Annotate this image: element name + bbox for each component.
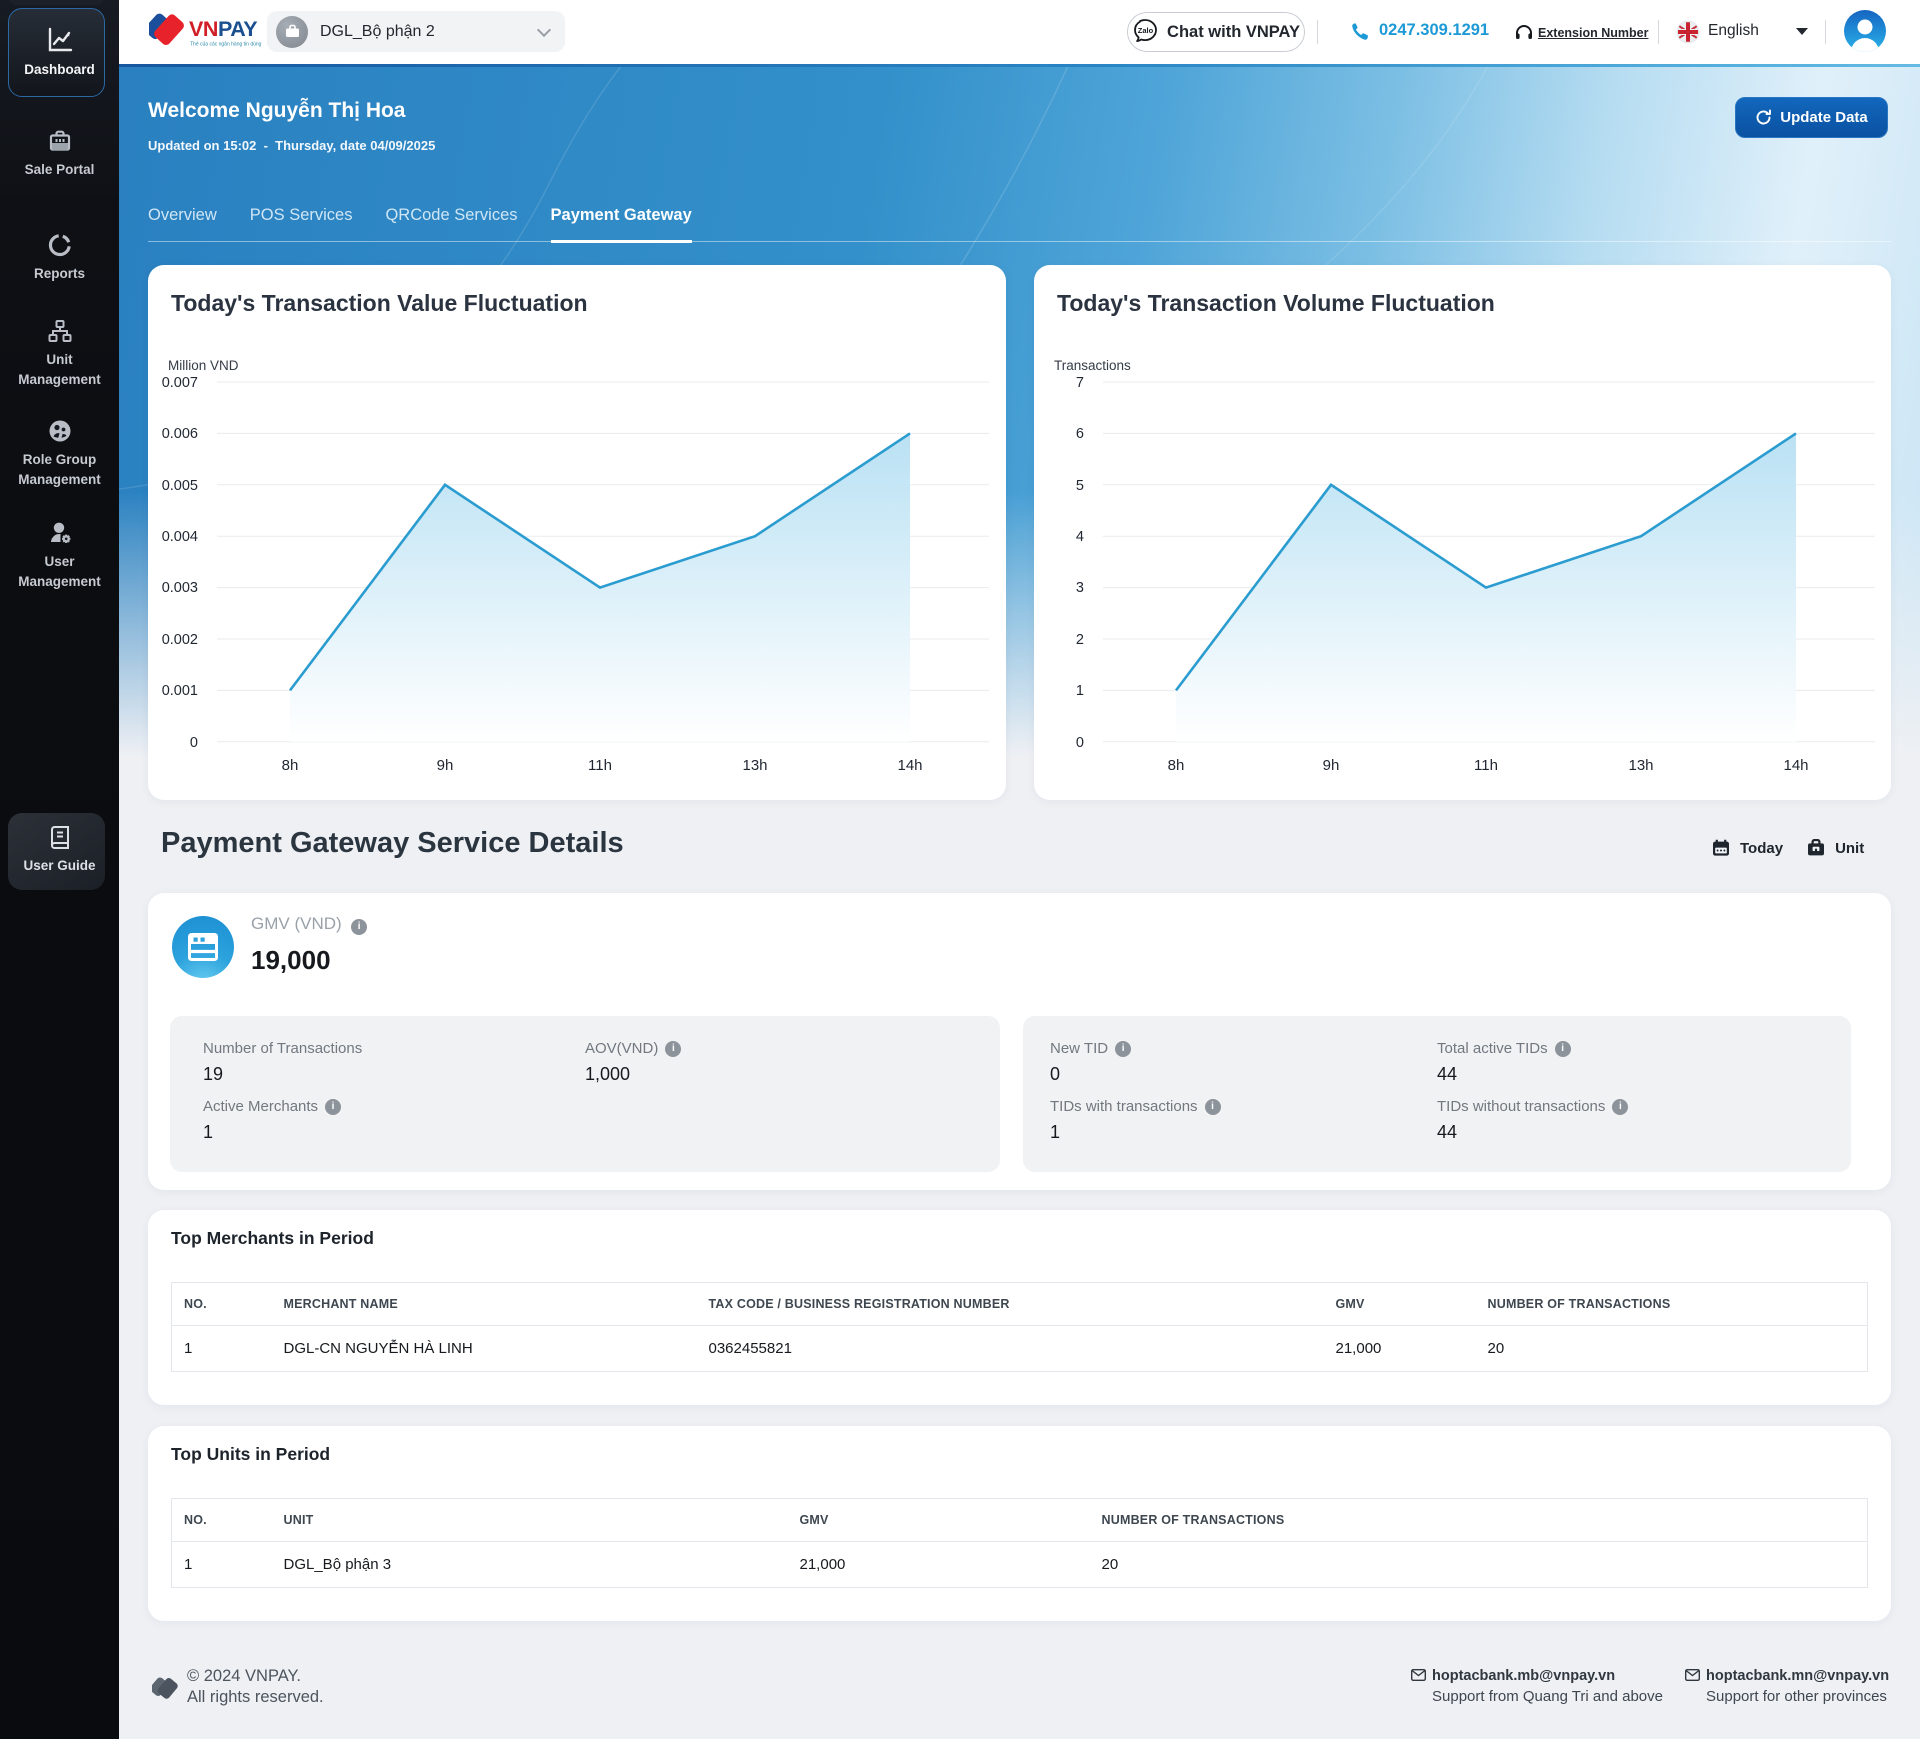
svg-text:0: 0 xyxy=(1076,735,1084,751)
svg-text:0.004: 0.004 xyxy=(162,529,198,545)
svg-text:0.003: 0.003 xyxy=(162,580,198,596)
svg-text:0.002: 0.002 xyxy=(162,632,198,648)
svg-text:0.005: 0.005 xyxy=(162,478,198,494)
svg-text:Thẻ của các ngân hàng tin dùng: Thẻ của các ngân hàng tin dùng xyxy=(190,41,262,48)
svg-text:5: 5 xyxy=(1076,478,1084,494)
svg-text:14h: 14h xyxy=(1783,757,1808,774)
svg-text:0.006: 0.006 xyxy=(162,426,198,442)
svg-text:1: 1 xyxy=(1076,683,1084,699)
svg-text:8h: 8h xyxy=(1168,757,1185,774)
svg-text:0.007: 0.007 xyxy=(162,375,198,391)
svg-text:2: 2 xyxy=(1076,632,1084,648)
svg-text:Zalo: Zalo xyxy=(1138,26,1154,35)
svg-text:VN: VN xyxy=(189,17,218,41)
svg-text:8h: 8h xyxy=(282,757,299,774)
svg-text:13h: 13h xyxy=(1628,757,1653,774)
svg-text:7: 7 xyxy=(1076,375,1084,391)
svg-text:9h: 9h xyxy=(437,757,454,774)
svg-text:14h: 14h xyxy=(897,757,922,774)
svg-text:4: 4 xyxy=(1076,529,1084,545)
svg-text:13h: 13h xyxy=(742,757,767,774)
svg-text:0.001: 0.001 xyxy=(162,683,198,699)
svg-text:Transactions: Transactions xyxy=(1054,358,1131,373)
svg-text:11h: 11h xyxy=(1474,757,1498,774)
svg-text:6: 6 xyxy=(1076,426,1084,442)
svg-text:3: 3 xyxy=(1076,580,1084,596)
svg-text:Million VND: Million VND xyxy=(168,358,239,373)
svg-text:PAY: PAY xyxy=(218,17,257,41)
svg-text:11h: 11h xyxy=(588,757,612,774)
svg-text:0: 0 xyxy=(190,735,198,751)
svg-text:9h: 9h xyxy=(1323,757,1340,774)
